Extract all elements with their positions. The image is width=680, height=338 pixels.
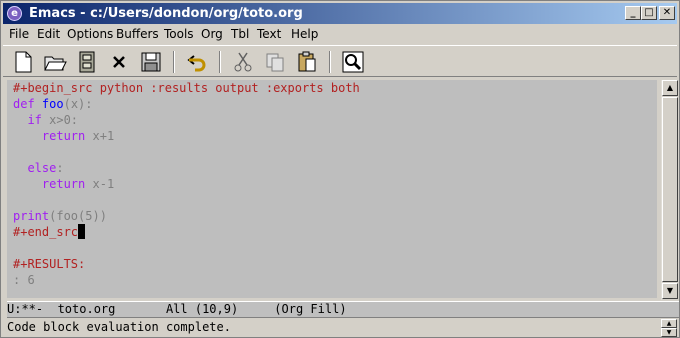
paste-icon[interactable] xyxy=(295,50,319,74)
scroll-thumb[interactable] xyxy=(662,97,678,282)
cut-icon[interactable] xyxy=(231,50,255,74)
close-button[interactable]: ✕ xyxy=(659,6,675,20)
tool-bar xyxy=(3,45,677,77)
menu-options[interactable]: Options xyxy=(67,27,113,41)
menu-edit[interactable]: Edit xyxy=(37,27,60,41)
toolbar-separator xyxy=(329,51,331,73)
close-buffer-icon[interactable] xyxy=(107,50,131,74)
toolbar-separator xyxy=(219,51,221,73)
code-line-12: #+RESULTS: xyxy=(13,257,86,271)
text-cursor xyxy=(78,224,86,239)
code-line-4: return x+1 xyxy=(41,129,115,143)
code-line-2: def foo(x): xyxy=(13,97,93,111)
title-bar: e Emacs - c:/Users/dondon/org/toto.org _… xyxy=(3,3,677,24)
toolbar-separator xyxy=(173,51,175,73)
mode-line: U:**- toto.org All (10,9) (Org Fill) xyxy=(7,301,679,318)
echo-area: Code block evaluation complete. xyxy=(7,319,657,335)
undo-icon[interactable] xyxy=(185,50,209,74)
menu-buffers[interactable]: Buffers xyxy=(116,27,159,41)
code-line-3: if x>0: xyxy=(27,113,79,127)
open-folder-icon[interactable] xyxy=(43,50,67,74)
search-icon[interactable] xyxy=(341,50,365,74)
menu-file[interactable]: File xyxy=(9,27,29,41)
code-line-1: #+begin_src python :results output :expo… xyxy=(13,81,360,95)
code-line-9: print(foo(5)) xyxy=(13,209,107,223)
scroll-down-button[interactable]: ▼ xyxy=(662,283,678,299)
copy-icon[interactable] xyxy=(263,50,287,74)
emacs-window: e Emacs - c:/Users/dondon/org/toto.org _… xyxy=(0,0,680,338)
scroll-up-button[interactable]: ▲ xyxy=(662,80,678,96)
menu-bar: File Edit Options Buffers Tools Org Tbl … xyxy=(3,25,677,43)
save-icon[interactable] xyxy=(139,50,163,74)
new-file-icon[interactable] xyxy=(11,50,35,74)
code-line-13: : 6 xyxy=(13,273,35,287)
dired-cabinet-icon[interactable] xyxy=(75,50,99,74)
minibuffer-scrollbar[interactable]: ▲ ▼ xyxy=(661,319,678,337)
buffer-text-area[interactable]: #+begin_src python :results output :expo… xyxy=(7,80,657,298)
menu-org[interactable]: Org xyxy=(201,27,223,41)
vertical-scrollbar[interactable]: ▲ ▼ xyxy=(661,80,678,300)
code-line-6: else: xyxy=(27,161,64,175)
code-line-7: return x-1 xyxy=(41,177,115,191)
minibuffer-scroll-up[interactable]: ▲ xyxy=(661,319,677,328)
menu-tools[interactable]: Tools xyxy=(164,27,194,41)
emacs-app-icon[interactable]: e xyxy=(7,6,22,21)
window-title: Emacs - c:/Users/dondon/org/toto.org xyxy=(29,6,303,21)
menu-help[interactable]: Help xyxy=(291,27,318,41)
code-line-10: #+end_src xyxy=(13,224,86,240)
menu-tbl[interactable]: Tbl xyxy=(231,27,249,41)
minimize-button[interactable]: _ xyxy=(625,6,641,20)
minibuffer-scroll-down[interactable]: ▼ xyxy=(661,328,677,337)
maximize-button[interactable]: □ xyxy=(641,6,657,20)
menu-text[interactable]: Text xyxy=(257,27,281,41)
